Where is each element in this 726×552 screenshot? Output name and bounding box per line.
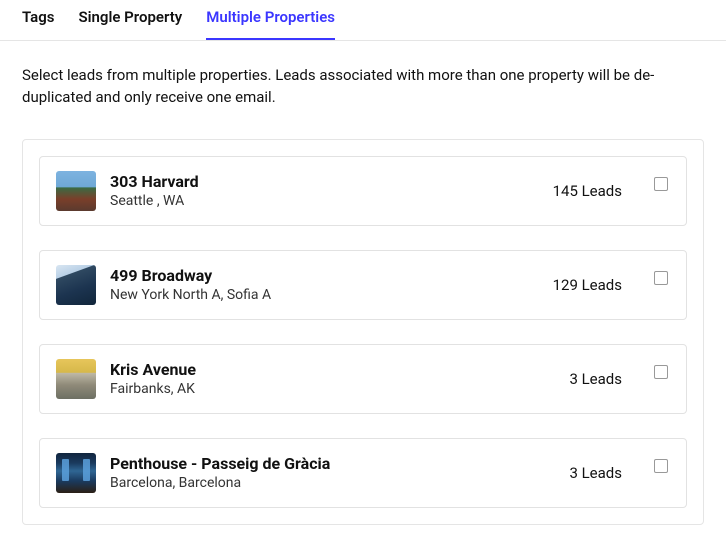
property-checkbox[interactable] xyxy=(654,459,668,473)
property-info: Kris Avenue Fairbanks, AK xyxy=(110,360,555,397)
property-checkbox-wrap xyxy=(654,270,670,286)
property-location: Fairbanks, AK xyxy=(110,381,555,397)
property-name: 499 Broadway xyxy=(110,266,539,285)
property-card[interactable]: 499 Broadway New York North A, Sofia A 1… xyxy=(39,250,687,320)
tab-tags[interactable]: Tags xyxy=(22,8,55,40)
lead-count: 145 Leads xyxy=(553,182,622,200)
property-checkbox-wrap xyxy=(654,176,670,192)
lead-count: 129 Leads xyxy=(553,276,622,294)
property-location: Seattle , WA xyxy=(110,193,539,209)
lead-count: 3 Leads xyxy=(569,370,622,388)
tab-description: Select leads from multiple properties. L… xyxy=(0,41,726,109)
property-card[interactable]: 303 Harvard Seattle , WA 145 Leads xyxy=(39,156,687,226)
property-location: New York North A, Sofia A xyxy=(110,287,539,303)
property-checkbox[interactable] xyxy=(654,177,668,191)
property-name: Kris Avenue xyxy=(110,360,555,379)
tab-single-property[interactable]: Single Property xyxy=(79,8,183,40)
property-thumbnail xyxy=(56,265,96,305)
property-checkbox[interactable] xyxy=(654,271,668,285)
lead-count: 3 Leads xyxy=(569,464,622,482)
property-card[interactable]: Penthouse - Passeig de Gràcia Barcelona,… xyxy=(39,438,687,508)
property-checkbox-wrap xyxy=(654,364,670,380)
property-info: Penthouse - Passeig de Gràcia Barcelona,… xyxy=(110,454,555,491)
tab-multiple-properties[interactable]: Multiple Properties xyxy=(206,8,335,40)
property-name: 303 Harvard xyxy=(110,172,539,191)
property-checkbox-wrap xyxy=(654,458,670,474)
property-thumbnail xyxy=(56,171,96,211)
property-checkbox[interactable] xyxy=(654,365,668,379)
property-name: Penthouse - Passeig de Gràcia xyxy=(110,454,555,473)
property-info: 303 Harvard Seattle , WA xyxy=(110,172,539,209)
property-thumbnail xyxy=(56,359,96,399)
tab-bar: Tags Single Property Multiple Properties xyxy=(0,0,726,41)
property-thumbnail xyxy=(56,453,96,493)
property-info: 499 Broadway New York North A, Sofia A xyxy=(110,266,539,303)
property-location: Barcelona, Barcelona xyxy=(110,475,555,491)
property-card[interactable]: Kris Avenue Fairbanks, AK 3 Leads xyxy=(39,344,687,414)
property-list: 303 Harvard Seattle , WA 145 Leads 499 B… xyxy=(22,139,704,525)
